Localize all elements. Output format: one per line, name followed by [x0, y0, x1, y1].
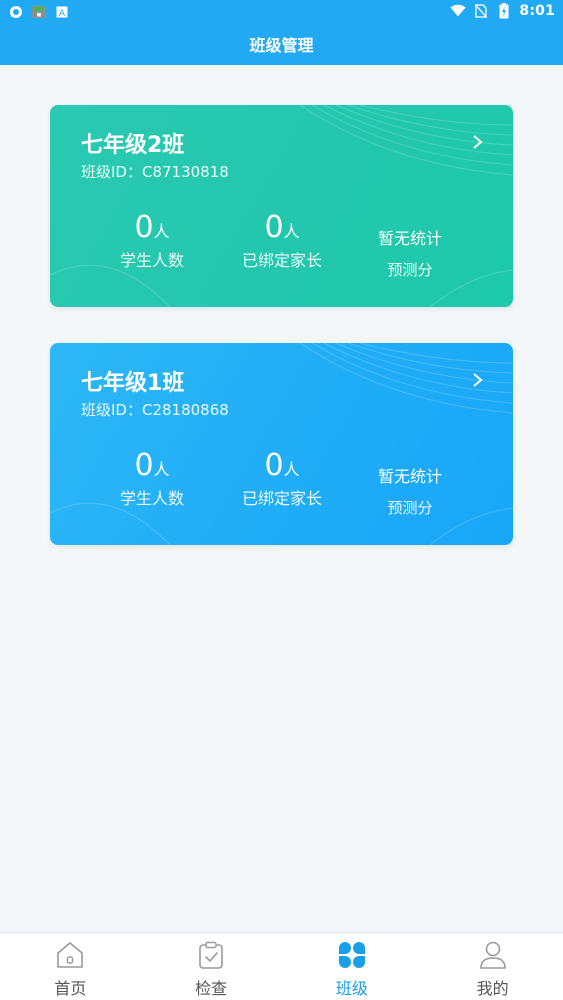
clipboard-check-icon: [199, 941, 223, 969]
parent-count-unit: 人: [283, 222, 300, 241]
student-count-value: 0: [134, 448, 154, 483]
class-name: 七年级1班: [81, 371, 185, 396]
nav-item-mine[interactable]: 我的: [422, 933, 563, 1000]
student-count-stat: 0人 学生人数: [92, 211, 212, 271]
student-count-label: 学生人数: [119, 251, 184, 270]
class-card[interactable]: 七年级2班 班级ID：C87130818 0人 学生人数 0人 已绑定家长 暂无…: [50, 105, 513, 307]
no-sim-icon: [473, 3, 489, 19]
predicted-score-label: 预测分: [387, 261, 433, 279]
nav-item-check[interactable]: 检查: [141, 933, 282, 1000]
bottom-navigation: 首页 检查 班级 我的: [0, 932, 563, 1000]
predicted-score-stat: 暂无统计 预测分: [350, 463, 470, 518]
nav-item-home[interactable]: 首页: [0, 933, 141, 1000]
home-icon: [57, 942, 84, 968]
parent-count-value: 0: [264, 448, 284, 483]
class-name: 七年级2班: [81, 133, 185, 158]
status-bar: A 8:01: [0, 0, 563, 24]
nav-label-check: 检查: [195, 979, 228, 998]
nav-label-home: 首页: [54, 979, 87, 998]
keyboard-notification-icon: A: [54, 4, 70, 20]
chevron-right-icon[interactable]: [471, 133, 485, 151]
nav-label-class: 班级: [335, 979, 368, 998]
predicted-score-label: 预测分: [387, 499, 433, 517]
app-notification-icon: [31, 4, 47, 20]
chevron-right-icon[interactable]: [471, 371, 485, 389]
student-count-stat: 0人 学生人数: [92, 449, 212, 509]
class-card[interactable]: 七年级1班 班级ID：C28180868 0人 学生人数 0人 已绑定家长 暂无…: [50, 343, 513, 545]
nav-item-class[interactable]: 班级: [282, 933, 423, 1000]
student-count-label: 学生人数: [119, 489, 184, 508]
parent-count-value: 0: [264, 210, 284, 245]
parent-count-stat: 0人 已绑定家长: [222, 211, 342, 271]
chat-notification-icon: [8, 4, 24, 20]
predicted-score-value: 暂无统计: [377, 229, 442, 248]
status-time: 8:01: [519, 3, 555, 19]
student-count-unit: 人: [153, 222, 170, 241]
class-grid-icon: [338, 942, 365, 968]
student-count-unit: 人: [153, 460, 170, 479]
svg-text:A: A: [59, 9, 66, 18]
app-header: A 8:01 班级管理: [0, 0, 563, 65]
class-id: 班级ID：C28180868: [81, 401, 229, 419]
parent-count-unit: 人: [283, 460, 300, 479]
class-id: 班级ID：C87130818: [81, 163, 229, 181]
student-count-value: 0: [134, 210, 154, 245]
battery-charging-icon: [496, 3, 512, 19]
parent-count-label: 已绑定家长: [241, 251, 322, 270]
user-icon: [479, 941, 506, 969]
wifi-icon: [450, 3, 466, 19]
predicted-score-stat: 暂无统计 预测分: [350, 225, 470, 280]
parent-count-stat: 0人 已绑定家长: [222, 449, 342, 509]
nav-label-mine: 我的: [476, 979, 509, 998]
page-title: 班级管理: [249, 36, 314, 55]
predicted-score-value: 暂无统计: [377, 467, 442, 486]
parent-count-label: 已绑定家长: [241, 489, 322, 508]
